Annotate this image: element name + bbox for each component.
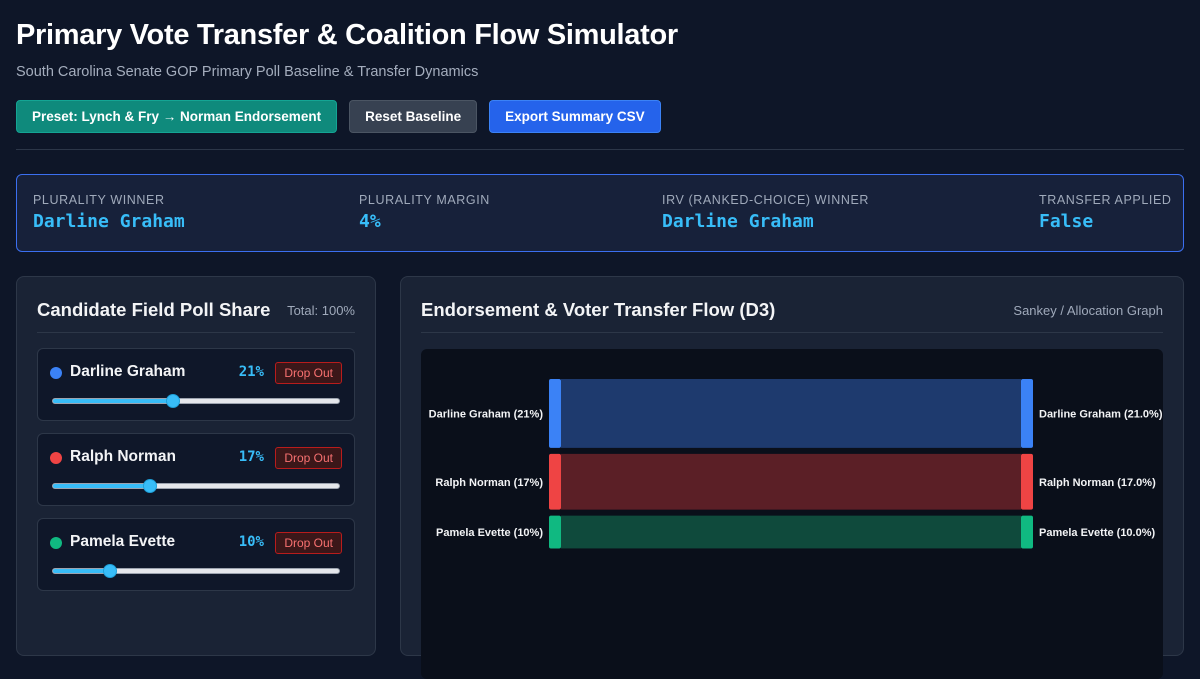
share-slider[interactable] — [52, 479, 340, 493]
plurality-margin-value: 4% — [359, 211, 381, 232]
page-title: Primary Vote Transfer & Coalition Flow S… — [16, 19, 678, 51]
candidate-share: 21% — [238, 364, 264, 380]
share-slider-fill — [53, 399, 174, 403]
drop-out-button[interactable]: Drop Out — [275, 362, 342, 384]
irv-winner-stat: IRV (RANKED-CHOICE) WINNER Darline Graha… — [662, 193, 869, 232]
share-slider-thumb[interactable] — [143, 479, 158, 493]
plurality-winner-value: Darline Graham — [33, 211, 185, 232]
sankey-target-label: Pamela Evette (10.0%) — [1039, 527, 1156, 539]
divider — [16, 149, 1184, 150]
candidate-panel-title: Candidate Field Poll Share — [37, 299, 271, 320]
sankey-target-node — [1021, 453, 1033, 510]
candidate-color-dot — [50, 452, 62, 464]
export-csv-button[interactable]: Export Summary CSV — [489, 100, 661, 133]
summary-bar: PLURALITY WINNER Darline Graham PLURALIT… — [16, 174, 1184, 252]
sankey-link — [561, 515, 1021, 549]
plurality-margin-label: PLURALITY MARGIN — [359, 193, 490, 207]
share-slider[interactable] — [52, 394, 340, 408]
share-slider-thumb[interactable] — [103, 564, 118, 578]
sankey-target-node — [1021, 379, 1033, 448]
candidate-card: Darline Graham 21% Drop Out — [37, 348, 355, 421]
plurality-winner-label: PLURALITY WINNER — [33, 193, 165, 207]
toolbar: Preset: Lynch & Fry → Norman Endorsement… — [16, 100, 661, 133]
candidate-name: Ralph Norman — [70, 448, 176, 465]
transfer-flow-panel: Endorsement & Voter Transfer Flow (D3) S… — [400, 276, 1184, 679]
candidate-share: 10% — [238, 534, 264, 550]
share-slider-thumb[interactable] — [166, 394, 181, 408]
sankey-source-label: Pamela Evette (10%) — [436, 527, 543, 539]
transfer-applied-stat: TRANSFER APPLIED False — [1039, 193, 1172, 232]
sankey-link — [561, 453, 1021, 510]
drop-out-button[interactable]: Drop Out — [275, 532, 342, 554]
flow-panel-title: Endorsement & Voter Transfer Flow (D3) — [421, 299, 776, 320]
share-slider-fill — [53, 569, 111, 573]
sankey-link — [561, 379, 1021, 448]
transfer-applied-value: False — [1039, 211, 1094, 232]
candidate-field-panel: Candidate Field Poll Share Total: 100% D… — [16, 276, 376, 656]
drop-out-button[interactable]: Drop Out — [275, 447, 342, 469]
flow-panel-header: Endorsement & Voter Transfer Flow (D3) S… — [421, 299, 1163, 333]
sankey-source-node — [549, 515, 561, 549]
candidate-total: Total: 100% — [287, 303, 355, 318]
sankey-target-label: Ralph Norman (17.0%) — [1039, 477, 1156, 489]
candidate-color-dot — [50, 537, 62, 549]
sankey-source-label: Ralph Norman (17%) — [435, 477, 543, 489]
share-slider[interactable] — [52, 564, 340, 578]
candidate-card: Pamela Evette 10% Drop Out — [37, 518, 355, 591]
irv-winner-label: IRV (RANKED-CHOICE) WINNER — [662, 193, 870, 207]
preset-endorsement-button[interactable]: Preset: Lynch & Fry → Norman Endorsement — [16, 100, 338, 133]
page-subtitle: South Carolina Senate GOP Primary Poll B… — [16, 64, 479, 80]
sankey-source-node — [549, 453, 561, 510]
plurality-margin-stat: PLURALITY MARGIN 4% — [359, 193, 490, 232]
reset-baseline-button[interactable]: Reset Baseline — [349, 100, 478, 133]
sankey-source-node — [549, 379, 561, 448]
candidate-name: Darline Graham — [70, 363, 186, 380]
transfer-applied-label: TRANSFER APPLIED — [1039, 193, 1172, 207]
sankey-target-node — [1021, 515, 1033, 549]
candidate-name: Pamela Evette — [70, 533, 176, 550]
irv-winner-value: Darline Graham — [662, 211, 814, 232]
flow-panel-meta: Sankey / Allocation Graph — [1013, 303, 1163, 318]
plurality-winner-stat: PLURALITY WINNER Darline Graham — [33, 193, 185, 232]
sankey-target-label: Darline Graham (21.0%) — [1039, 408, 1163, 420]
candidate-share: 17% — [238, 449, 264, 465]
candidate-color-dot — [50, 367, 62, 379]
candidate-panel-header: Candidate Field Poll Share Total: 100% — [37, 299, 355, 333]
candidate-card: Ralph Norman 17% Drop Out — [37, 433, 355, 506]
share-slider-fill — [53, 484, 151, 488]
sankey-source-label: Darline Graham (21%) — [429, 408, 544, 420]
